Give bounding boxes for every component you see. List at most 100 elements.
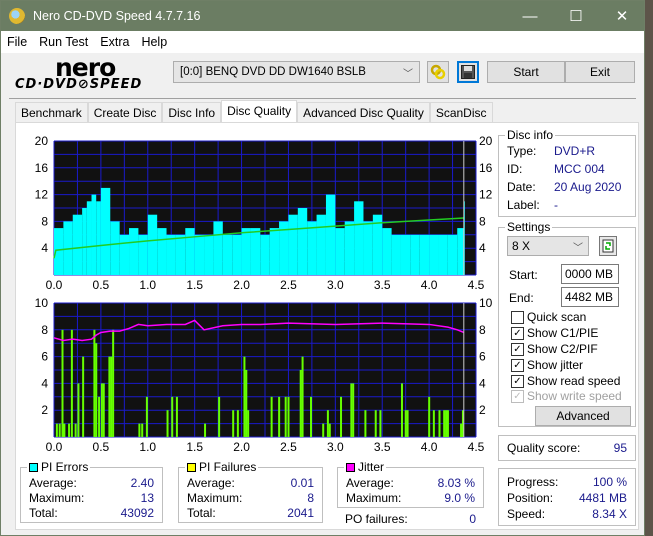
label-label: Label: [507, 198, 540, 212]
jitter-title: Jitter [358, 460, 385, 474]
jitter-max-label: Maximum: [346, 491, 402, 505]
pi-error-bar [166, 234, 176, 275]
progress-value: 100 % [592, 475, 627, 489]
pi-error-bar [447, 234, 458, 275]
drive-select[interactable]: [0:0] BENQ DVD DD DW1640 BSLB ﹀ [173, 61, 420, 83]
show-jitter-label: Show jitter [527, 358, 584, 372]
y-tick-label-left: 12 [35, 188, 49, 202]
start-button[interactable]: Start [487, 61, 565, 83]
show-jitter-checkbox[interactable]: ✓ Show jitter [511, 358, 583, 372]
disc-type: DVD+R [554, 144, 596, 158]
pi-failure-bar [204, 423, 207, 437]
x-tick-label: 4.5 [468, 278, 485, 292]
pi-failures-total: 2041 [287, 506, 314, 520]
pi-errors-total: 43092 [120, 506, 154, 520]
pi-failure-bar [110, 356, 113, 437]
nero-logo: nero CD·DVD⊘SPEED [15, 53, 165, 95]
tab-scandisc[interactable]: ScanDisc [429, 102, 493, 123]
x-tick-label: 0.0 [46, 278, 63, 292]
chain-link-icon [430, 64, 446, 80]
pi-error-bar [100, 187, 111, 275]
quick-scan-checkbox[interactable]: Quick scan [511, 310, 586, 324]
y-tick-label-left: 20 [35, 134, 49, 148]
progress-group: Progress: 100 % Position: 4481 MB Speed: 8.… [498, 468, 636, 526]
toolbar: nero CD·DVD⊘SPEED [0:0] BENQ DVD DD DW16… [9, 53, 636, 99]
disc-info-group: Disc info Type: DVD+R ID: MCC 004 Date: 20 … [498, 128, 636, 217]
pi-error-bar [86, 201, 92, 275]
x-tick-label: 2.0 [233, 278, 250, 292]
refresh-icon [602, 239, 614, 253]
y-tick-label-right: 20 [479, 134, 493, 148]
tab-disc-quality[interactable]: Disc Quality [221, 100, 298, 123]
maximize-button[interactable]: ☐ [553, 1, 599, 31]
pi-error-bar [213, 221, 223, 275]
pi-error-bar [335, 228, 345, 275]
menu-file[interactable]: File [7, 35, 27, 49]
pi-error-bar [419, 234, 430, 275]
speed-value: 8.34 X [592, 507, 627, 521]
pi-failure-bar [301, 356, 304, 437]
pi-error-bar [185, 228, 195, 275]
end-input[interactable]: 4482 MB [561, 287, 619, 307]
checkmark-icon: ✓ [511, 326, 524, 340]
save-button[interactable] [457, 61, 479, 83]
menu-extra[interactable]: Extra [100, 35, 129, 49]
tab-disc-info[interactable]: Disc Info [162, 102, 222, 123]
pi-error-bar [325, 194, 336, 275]
minimize-button[interactable]: — [507, 1, 553, 31]
pi-failure-bar [175, 396, 178, 437]
quick-scan-label: Quick scan [527, 310, 587, 324]
y-tick-label-left: 10 [35, 296, 49, 310]
tab-advanced-disc-quality[interactable]: Advanced Disc Quality [297, 102, 430, 123]
pi-error-bar [91, 194, 97, 275]
quality-score-group: Quality score: 95 [498, 435, 636, 461]
refresh-button[interactable] [599, 236, 617, 256]
type-label: Type: [507, 144, 537, 158]
drive-config-button[interactable] [427, 61, 449, 83]
pi-error-bar [391, 234, 401, 275]
exit-button[interactable]: Exit [565, 61, 635, 83]
pi-error-bar [382, 228, 392, 275]
pi-failure-bar [326, 410, 329, 437]
pi-failure-bar [166, 410, 169, 437]
pi-failure-bar [322, 423, 325, 437]
pi-error-bar [457, 228, 464, 275]
checkmark-icon: ✓ [511, 342, 524, 356]
speed-select[interactable]: 8 X ﹀ [507, 236, 589, 256]
pi-error-bar [82, 208, 87, 275]
advanced-button[interactable]: Advanced [535, 406, 631, 426]
pi-error-bar [222, 234, 233, 275]
y-tick-label-left: 4 [41, 376, 48, 390]
pi-failure-bar [236, 410, 239, 437]
pi-failure-bar [218, 396, 221, 437]
show-c1-checkbox[interactable]: ✓ Show C1/PIE [511, 326, 598, 340]
show-c2-label: Show C2/PIF [527, 342, 598, 356]
disc-info-title: Disc info [505, 128, 556, 142]
pi-failures-avg: 0.01 [290, 476, 314, 490]
y-tick-label-left: 6 [41, 350, 48, 364]
position-value: 4481 MB [578, 491, 627, 505]
title-bar: Nero CD-DVD Speed 4.7.7.16 — ☐ ✕ [1, 1, 644, 31]
pi-failure-bar [70, 329, 73, 437]
y-tick-label-left: 16 [35, 161, 49, 175]
pi-failure-bar [270, 396, 273, 437]
menu-run-test[interactable]: Run Test [39, 35, 88, 49]
pi-failure-bar [350, 383, 353, 437]
x-tick-label: 2.5 [280, 278, 297, 292]
pi-failure-bar [328, 423, 331, 437]
tab-benchmark[interactable]: Benchmark [15, 102, 88, 123]
pi-failure-bar [445, 410, 448, 437]
tab-create-disc[interactable]: Create Disc [87, 102, 163, 123]
pi-failure-bar [138, 423, 141, 437]
show-c1-label: Show C1/PIE [527, 326, 599, 340]
x-tick-label: 2.0 [233, 440, 250, 454]
pi-error-bar [72, 214, 83, 275]
menu-help[interactable]: Help [141, 35, 167, 49]
start-input[interactable]: 0000 MB [561, 264, 619, 284]
drive-select-value: [0:0] BENQ DVD DD DW1640 BSLB [180, 66, 366, 78]
close-button[interactable]: ✕ [599, 1, 645, 31]
y-tick-label-left: 2 [41, 403, 48, 417]
show-c2-checkbox[interactable]: ✓ Show C2/PIF [511, 342, 598, 356]
pi-error-bar [119, 234, 130, 275]
show-read-speed-checkbox[interactable]: ✓ Show read speed [511, 374, 620, 388]
